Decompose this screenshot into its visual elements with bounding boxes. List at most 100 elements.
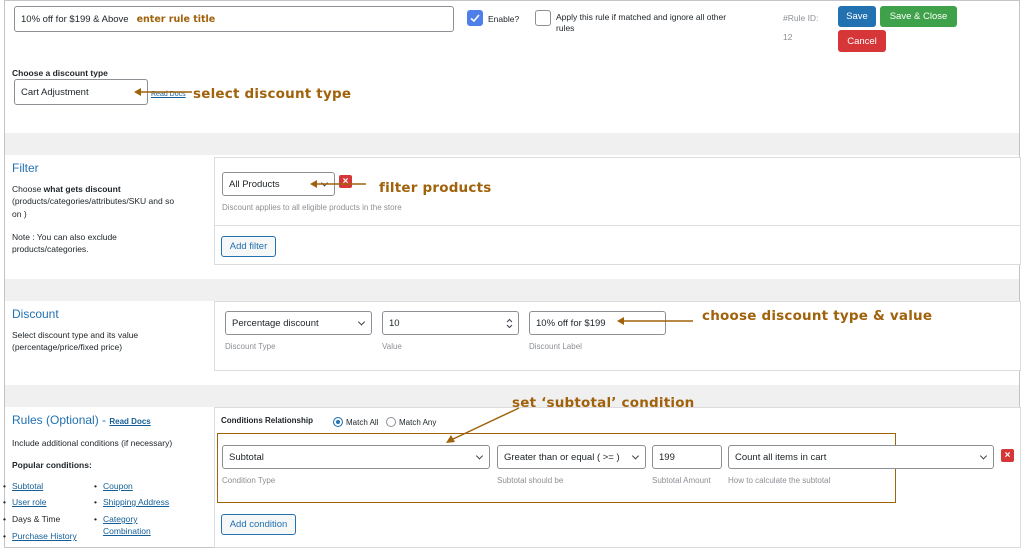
rules-section-heading: Rules (Optional) - Read Docs (12, 413, 151, 427)
discount-value-input[interactable]: 10 (382, 311, 519, 335)
rule-id-value: 12 (783, 32, 793, 42)
conditions-relationship-label: Conditions Relationship (221, 416, 313, 425)
calculation-method-caption: How to calculate the subtotal (728, 476, 831, 485)
filter-desc-bold: what gets discount (43, 184, 121, 194)
cancel-button[interactable]: Cancel (838, 30, 886, 52)
filter-desc-line3: on ) (12, 208, 27, 219)
apply-rule-label-line2: rules (556, 23, 575, 34)
popular-shipping-address-link[interactable]: Shipping Address (103, 497, 169, 507)
annotation-arrow (310, 180, 366, 188)
popular-conditions-list: • Subtotal • Coupon • User role • Shippi… (0, 478, 210, 548)
chevron-down-icon (357, 318, 366, 326)
subtotal-amount-input[interactable]: 199 (652, 445, 722, 469)
bullet-icon: • (94, 497, 97, 507)
filter-note-line2: products/categories. (12, 244, 89, 255)
add-condition-button[interactable]: Add condition (221, 514, 296, 535)
bullet-icon: • (3, 481, 6, 491)
filter-select-value: All Products (229, 178, 280, 190)
discount-label-caption: Discount Label (529, 342, 582, 351)
subtotal-amount-caption: Subtotal Amount (652, 476, 711, 485)
save-button[interactable]: Save (838, 6, 876, 27)
section-separator (5, 279, 1019, 301)
chevron-down-icon (979, 452, 988, 460)
filter-note: Note : You can also exclude products/cat… (12, 231, 207, 256)
bullet-icon: • (3, 531, 6, 541)
filter-desc-line2: (products/categories/attributes/SKU and … (12, 196, 175, 207)
annotation-choose-discount: choose discount type & value (702, 308, 933, 324)
remove-condition-close-icon[interactable]: × (1001, 449, 1014, 462)
discount-value-caption: Value (382, 342, 402, 351)
match-any-label: Match Any (399, 417, 437, 427)
annotation-filter-products: filter products (379, 180, 492, 196)
popular-conditions-label: Popular conditions: (12, 460, 92, 470)
rules-section-title: Rules (Optional) (12, 413, 99, 427)
operator-caption: Subtotal should be (497, 476, 564, 485)
discount-type-label: Choose a discount type (12, 68, 108, 78)
annotation-arrow (446, 407, 520, 443)
rules-title-dash: - (98, 413, 110, 427)
filter-section-title: Filter (12, 161, 39, 175)
match-all-label: Match All (346, 417, 379, 427)
popular-subtotal-link[interactable]: Subtotal (12, 481, 43, 491)
enable-label: Enable? (488, 14, 520, 24)
discount-section-title: Discount (12, 307, 59, 321)
annotation-arrow (134, 88, 192, 96)
rules-description: Include additional conditions (if necess… (12, 438, 173, 448)
discount-type-dropdown[interactable]: Percentage discount (225, 311, 372, 335)
subtotal-amount-value: 199 (659, 451, 675, 463)
operator-select[interactable]: Greater than or equal ( >= ) (497, 445, 646, 469)
annotation-arrow (617, 317, 693, 325)
rule-title-input[interactable]: 10% off for $199 & Above enter rule titl… (14, 6, 454, 32)
apply-rule-checkbox[interactable] (535, 10, 551, 26)
apply-rule-label: Apply this rule if matched and ignore al… (556, 12, 766, 35)
filter-note-line1: Note : You can also exclude (12, 232, 117, 242)
match-all-radio[interactable] (333, 417, 343, 427)
discount-label-value: 10% off for $199 (536, 317, 606, 329)
discount-description: Select discount type and its value (perc… (12, 329, 207, 354)
filter-desc-prefix: Choose (12, 184, 44, 194)
discount-value: 10 (389, 317, 400, 329)
filter-description: Choose what gets discount (products/cate… (12, 183, 207, 220)
operator-value: Greater than or equal ( >= ) (504, 451, 620, 463)
calculation-method-value: Count all items in cart (735, 451, 827, 463)
condition-type-value: Subtotal (229, 451, 264, 463)
condition-type-caption: Condition Type (222, 476, 276, 485)
popular-category-link-line2[interactable]: Combination (103, 526, 151, 536)
annotation-set-subtotal: set ‘subtotal’ condition (512, 395, 695, 411)
bullet-icon: • (94, 514, 97, 524)
match-all-option[interactable]: Match All (333, 417, 378, 427)
discount-type-dropdown-value: Percentage discount (232, 317, 319, 329)
rule-id-label: #Rule ID: (783, 13, 819, 23)
enable-checkbox[interactable] (467, 10, 483, 26)
filter-divider (215, 225, 1020, 226)
popular-days-time[interactable]: Days & Time (12, 514, 60, 524)
bullet-icon: • (3, 514, 6, 524)
annotation-enter-rule-title: enter rule title (136, 13, 216, 25)
rule-title-value: 10% off for $199 & Above (21, 13, 129, 25)
condition-type-select[interactable]: Subtotal (222, 445, 490, 469)
bullet-icon: • (94, 481, 97, 491)
check-icon (470, 14, 480, 23)
apply-rule-label-line1: Apply this rule if matched and ignore al… (556, 12, 727, 22)
rules-read-docs-link[interactable]: Read Docs (109, 417, 150, 426)
discount-type-value: Cart Adjustment (21, 86, 89, 98)
popular-user-role-link[interactable]: User role (12, 497, 46, 507)
filter-help-text: Discount applies to all eligible product… (222, 203, 402, 212)
discount-desc-line1: Select discount type and its value (12, 330, 139, 340)
match-any-option[interactable]: Match Any (386, 417, 436, 427)
popular-coupon-link[interactable]: Coupon (103, 481, 133, 491)
discount-type-select[interactable]: Cart Adjustment (14, 79, 148, 105)
section-separator (5, 133, 1019, 155)
discount-type-caption: Discount Type (225, 342, 276, 351)
add-filter-button[interactable]: Add filter (221, 236, 276, 257)
chevron-down-icon (631, 452, 640, 460)
stepper-icon[interactable] (506, 318, 513, 329)
popular-category-link-line1[interactable]: Category (103, 514, 138, 524)
match-any-radio[interactable] (386, 417, 396, 427)
chevron-down-icon (475, 452, 484, 460)
save-close-button[interactable]: Save & Close (880, 6, 957, 27)
discount-desc-line2: (percentage/price/fixed price) (12, 342, 123, 353)
calculation-method-select[interactable]: Count all items in cart (728, 445, 994, 469)
bullet-icon: • (3, 497, 6, 507)
popular-purchase-history-link[interactable]: Purchase History (12, 531, 77, 541)
